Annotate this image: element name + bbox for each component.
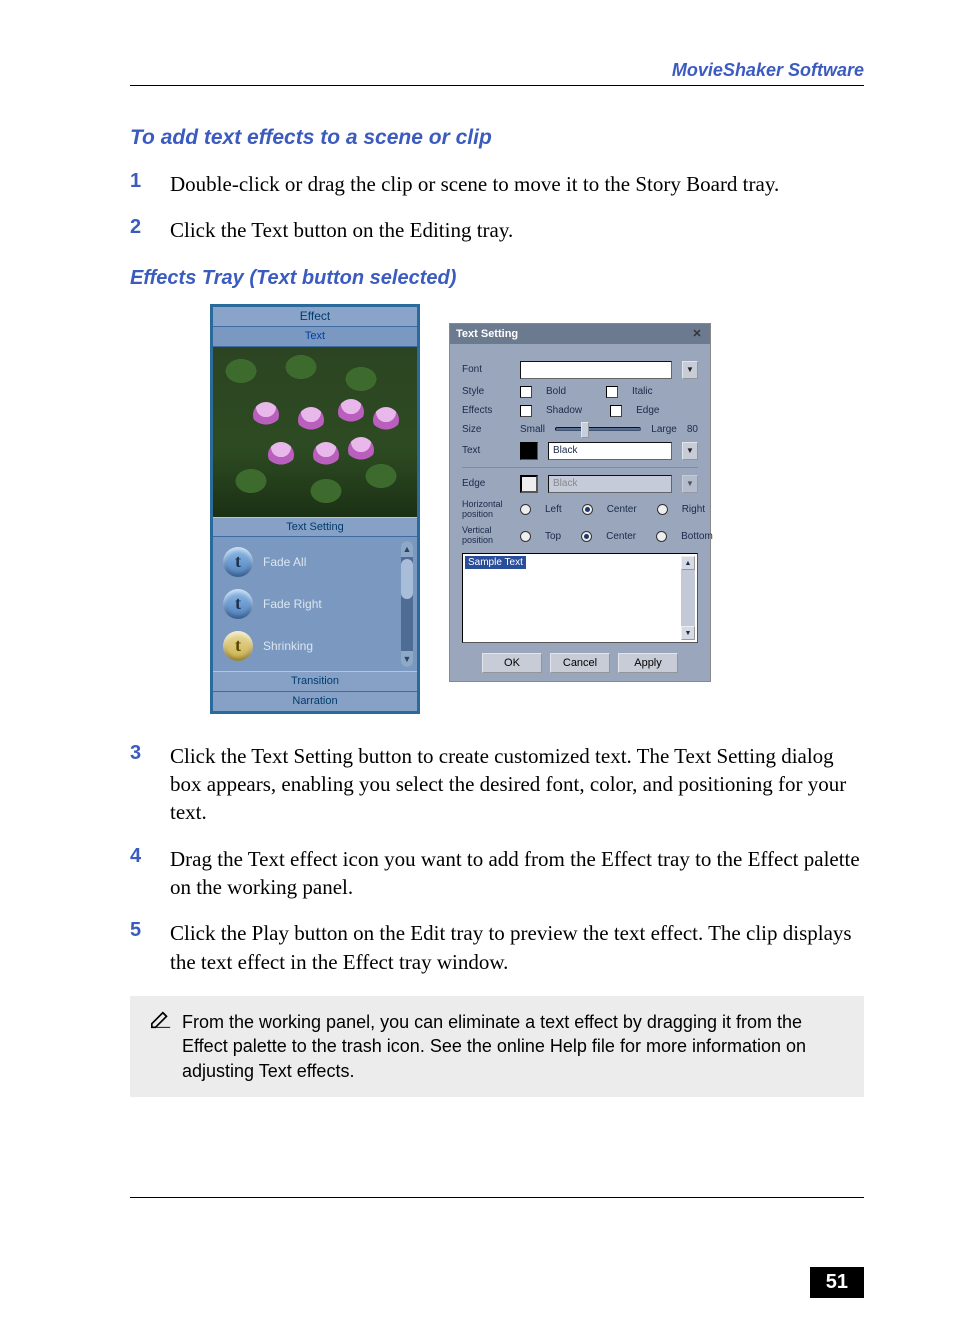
effect-label: Shrinking (263, 639, 313, 653)
text-color-label: Text (462, 445, 510, 456)
vpos-center-radio[interactable] (581, 531, 592, 542)
text-color-swatch[interactable] (520, 442, 538, 460)
bottom-rule (130, 1197, 864, 1198)
step-number: 2 (130, 216, 144, 244)
size-slider[interactable] (555, 427, 641, 431)
effect-item[interactable]: t Fade All (217, 541, 395, 583)
transition-tab[interactable]: Transition (213, 671, 417, 691)
ok-button[interactable]: OK (482, 653, 542, 673)
dropdown-icon[interactable]: ▼ (682, 442, 698, 460)
effect-label: Fade All (263, 555, 306, 569)
top-label: Top (545, 531, 561, 542)
effect-label: Fade Right (263, 597, 322, 611)
step-text: Double-click or drag the clip or scene t… (170, 170, 779, 198)
scroll-up-icon[interactable]: ▲ (401, 541, 413, 557)
small-label: Small (520, 424, 545, 435)
note-text: From the working panel, you can eliminat… (182, 1010, 848, 1083)
text-effect-icon: t (223, 631, 253, 661)
scroll-up-icon[interactable]: ▲ (681, 556, 695, 570)
preview-window (213, 347, 417, 517)
font-label: Font (462, 364, 510, 375)
italic-label: Italic (632, 386, 653, 397)
vpos-label: Vertical position (462, 526, 510, 546)
top-rule (130, 85, 864, 86)
text-color-name: Black (553, 445, 577, 456)
scroll-thumb[interactable] (401, 559, 413, 599)
hpos-left-radio[interactable] (520, 504, 531, 515)
section-heading: To add text effects to a scene or clip (130, 126, 864, 150)
vpos-top-radio[interactable] (520, 531, 531, 542)
step-text: Click the Play button on the Edit tray t… (170, 919, 864, 976)
narration-tab[interactable]: Narration (213, 691, 417, 711)
text-setting-button[interactable]: Text Setting (213, 517, 417, 537)
apply-button[interactable]: Apply (618, 653, 678, 673)
step-text: Click the Text button on the Editing tra… (170, 216, 513, 244)
size-label: Size (462, 424, 510, 435)
edge-color-name: Black (553, 478, 577, 489)
bottom-label: Bottom (681, 531, 713, 542)
step-number: 1 (130, 170, 144, 198)
text-effect-icon: t (223, 589, 253, 619)
dialog-title: Text Setting (456, 328, 518, 340)
text-color-select[interactable]: Black (548, 442, 672, 460)
right-label: Right (682, 504, 705, 515)
effects-tray-panel: Effect Text Text Setting (210, 304, 420, 714)
large-label: Large (651, 424, 677, 435)
effects-label: Effects (462, 405, 510, 416)
style-label: Style (462, 386, 510, 397)
shadow-label: Shadow (546, 405, 582, 416)
edge-color-select: Black (548, 475, 672, 493)
cancel-button[interactable]: Cancel (550, 653, 610, 673)
italic-checkbox[interactable] (606, 386, 618, 398)
text-effect-icon: t (223, 547, 253, 577)
bold-checkbox[interactable] (520, 386, 532, 398)
step-text: Drag the Text effect icon you want to ad… (170, 845, 864, 902)
note-block: From the working panel, you can eliminat… (130, 996, 864, 1097)
sample-text-area[interactable]: Sample Text ▲ ▼ (462, 553, 698, 643)
textarea-scrollbar[interactable]: ▲ ▼ (681, 556, 695, 640)
text-tab[interactable]: Text (213, 327, 417, 347)
font-select[interactable] (520, 361, 672, 379)
text-setting-dialog: Text Setting ✕ Font ▼ Style Bold Italic (450, 324, 710, 682)
vcenter-label: Center (606, 531, 636, 542)
center-label: Center (607, 504, 637, 515)
page-header: MovieShaker Software (130, 60, 864, 81)
scroll-down-icon[interactable]: ▼ (401, 651, 413, 667)
slider-thumb[interactable] (581, 422, 589, 438)
step-text: Click the Text Setting button to create … (170, 742, 864, 827)
step-number: 3 (130, 742, 144, 827)
figure-area: Effect Text Text Setting (130, 304, 864, 714)
dropdown-icon: ▼ (682, 475, 698, 493)
shadow-checkbox[interactable] (520, 405, 532, 417)
left-label: Left (545, 504, 562, 515)
edge-label: Edge (636, 405, 659, 416)
edge-color-label: Edge (462, 478, 510, 489)
edge-color-swatch[interactable] (520, 475, 538, 493)
bold-label: Bold (546, 386, 566, 397)
hpos-label: Horizontal position (462, 500, 510, 520)
hpos-center-radio[interactable] (582, 504, 593, 515)
figure-caption: Effects Tray (Text button selected) (130, 267, 864, 290)
step-number: 4 (130, 845, 144, 902)
effect-item[interactable]: t Shrinking (217, 625, 395, 667)
step-number: 5 (130, 919, 144, 976)
dropdown-icon[interactable]: ▼ (682, 361, 698, 379)
vpos-bottom-radio[interactable] (656, 531, 667, 542)
effect-tab[interactable]: Effect (213, 307, 417, 327)
effect-scrollbar[interactable]: ▲ ▼ (401, 541, 413, 667)
pencil-note-icon (150, 1010, 172, 1036)
page-number: 51 (810, 1267, 864, 1298)
divider (462, 467, 698, 468)
dialog-titlebar[interactable]: Text Setting ✕ (450, 324, 710, 344)
effect-item[interactable]: t Fade Right (217, 583, 395, 625)
scroll-down-icon[interactable]: ▼ (681, 626, 695, 640)
close-icon[interactable]: ✕ (690, 327, 704, 341)
edge-checkbox[interactable] (610, 405, 622, 417)
size-value: 80 (687, 424, 698, 435)
hpos-right-radio[interactable] (657, 504, 668, 515)
sample-text: Sample Text (465, 556, 526, 569)
